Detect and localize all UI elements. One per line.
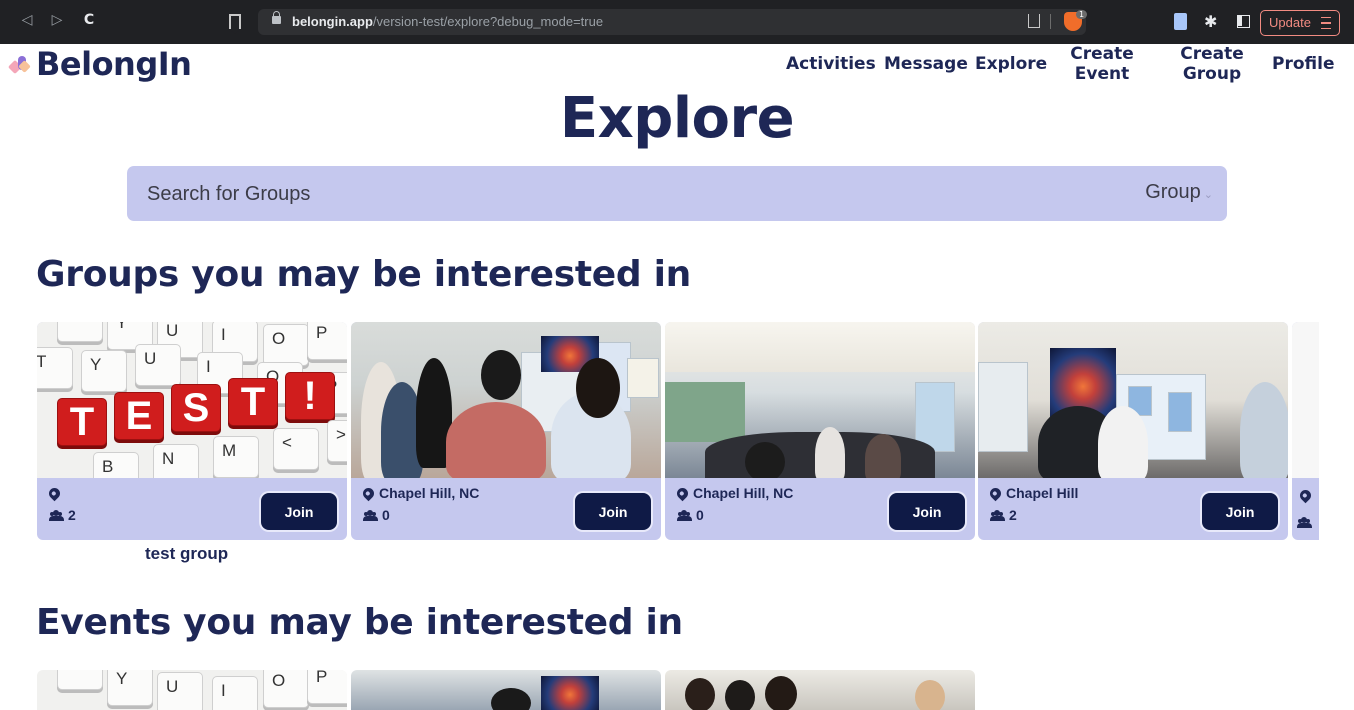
location-pin-icon: [674, 485, 691, 501]
update-label: Update: [1269, 15, 1311, 30]
search-bar: Group⌄: [127, 166, 1227, 221]
address-bar[interactable]: belongin.app/version-test/explore?debug_…: [258, 9, 1088, 35]
group-location: Chapel Hill, NC: [693, 485, 794, 501]
group-card[interactable]: Chapel Hill, NC 0 Join: [665, 322, 975, 540]
bookmark-icon[interactable]: [229, 14, 241, 34]
lock-icon: [272, 11, 281, 24]
group-image: [1292, 322, 1319, 478]
group-card[interactable]: Chapel Hill, NC 0 Join: [351, 322, 661, 540]
members-icon: [1297, 512, 1316, 531]
search-type-value: Group: [1145, 181, 1201, 203]
group-card[interactable]: T Y U I O P T Y U I O P T E S T ! B N M …: [37, 322, 347, 540]
nav-explore[interactable]: Explore: [975, 54, 1047, 74]
groups-section-title: Groups you may be interested in: [36, 254, 691, 295]
join-button[interactable]: Join: [575, 493, 651, 530]
event-card[interactable]: [665, 670, 975, 710]
document-extension-icon[interactable]: [1174, 13, 1187, 30]
join-button[interactable]: Join: [261, 493, 337, 530]
group-location: Chapel Hill, NC: [379, 485, 480, 501]
location-pin-icon: [46, 485, 63, 501]
forward-icon[interactable]: ▷: [48, 12, 66, 32]
reload-icon[interactable]: C: [80, 12, 98, 32]
group-meta: Chapel Hill, NC 0: [360, 484, 480, 524]
site-logo[interactable]: BelongIn: [7, 44, 192, 84]
nav-profile[interactable]: Profile: [1272, 54, 1334, 74]
chevron-down-icon: ⌄: [1203, 189, 1213, 201]
join-button[interactable]: Join: [889, 493, 965, 530]
event-card[interactable]: T Y U I O P: [37, 670, 347, 710]
members-icon: [677, 510, 692, 521]
location-pin-icon: [987, 485, 1004, 501]
group-card[interactable]: Chapel Hill 2 Join: [978, 322, 1288, 540]
group-member-count: 2: [68, 507, 76, 523]
event-card[interactable]: [351, 670, 661, 710]
events-section-title: Events you may be interested in: [36, 602, 683, 643]
group-name[interactable]: test group: [145, 544, 228, 564]
group-location: Chapel Hill: [1006, 485, 1079, 501]
search-type-dropdown[interactable]: Group ⌄: [1145, 181, 1213, 204]
sidebar-toggle-icon[interactable]: [1237, 15, 1250, 28]
group-meta: Chapel Hill, NC 0: [674, 484, 794, 524]
divider: [1050, 14, 1051, 29]
update-button[interactable]: Update: [1260, 10, 1340, 36]
group-member-count: 0: [696, 507, 704, 523]
group-image: T Y U I O P T Y U I O P T E S T ! B N M …: [37, 322, 347, 478]
members-icon: [363, 510, 378, 521]
location-pin-icon: [1297, 486, 1316, 505]
logo-text: BelongIn: [36, 45, 192, 83]
browser-toolbar: ◁ ▷ C belongin.app/version-test/explore?…: [0, 0, 1354, 44]
group-member-count: 0: [382, 507, 390, 523]
location-pin-icon: [360, 485, 377, 501]
page-title: Explore: [559, 86, 795, 151]
share-icon[interactable]: [1028, 14, 1040, 28]
group-image: [665, 322, 975, 478]
menu-icon: [1321, 17, 1331, 29]
shield-count-badge: 1: [1076, 10, 1088, 19]
back-icon[interactable]: ◁: [18, 12, 36, 32]
group-meta: Chapel Hill 2: [987, 484, 1079, 524]
group-member-count: 2: [1009, 507, 1017, 523]
nav-create-group[interactable]: Create Group: [1176, 44, 1248, 84]
logo-mark-icon: [7, 53, 31, 75]
group-meta: 2: [46, 484, 76, 524]
search-input[interactable]: [147, 180, 947, 208]
nav-message[interactable]: Message: [884, 54, 968, 74]
url-text[interactable]: belongin.app/version-test/explore?debug_…: [292, 14, 603, 29]
group-image: [978, 322, 1288, 478]
members-icon: [49, 510, 64, 521]
group-card-partial[interactable]: [1292, 322, 1319, 540]
members-icon: [990, 510, 1005, 521]
extensions-puzzle-icon[interactable]: ✱: [1204, 12, 1217, 31]
nav-activities[interactable]: Activities: [786, 54, 876, 74]
nav-create-event[interactable]: Create Event: [1066, 44, 1138, 84]
group-image: [351, 322, 661, 478]
join-button[interactable]: Join: [1202, 493, 1278, 530]
